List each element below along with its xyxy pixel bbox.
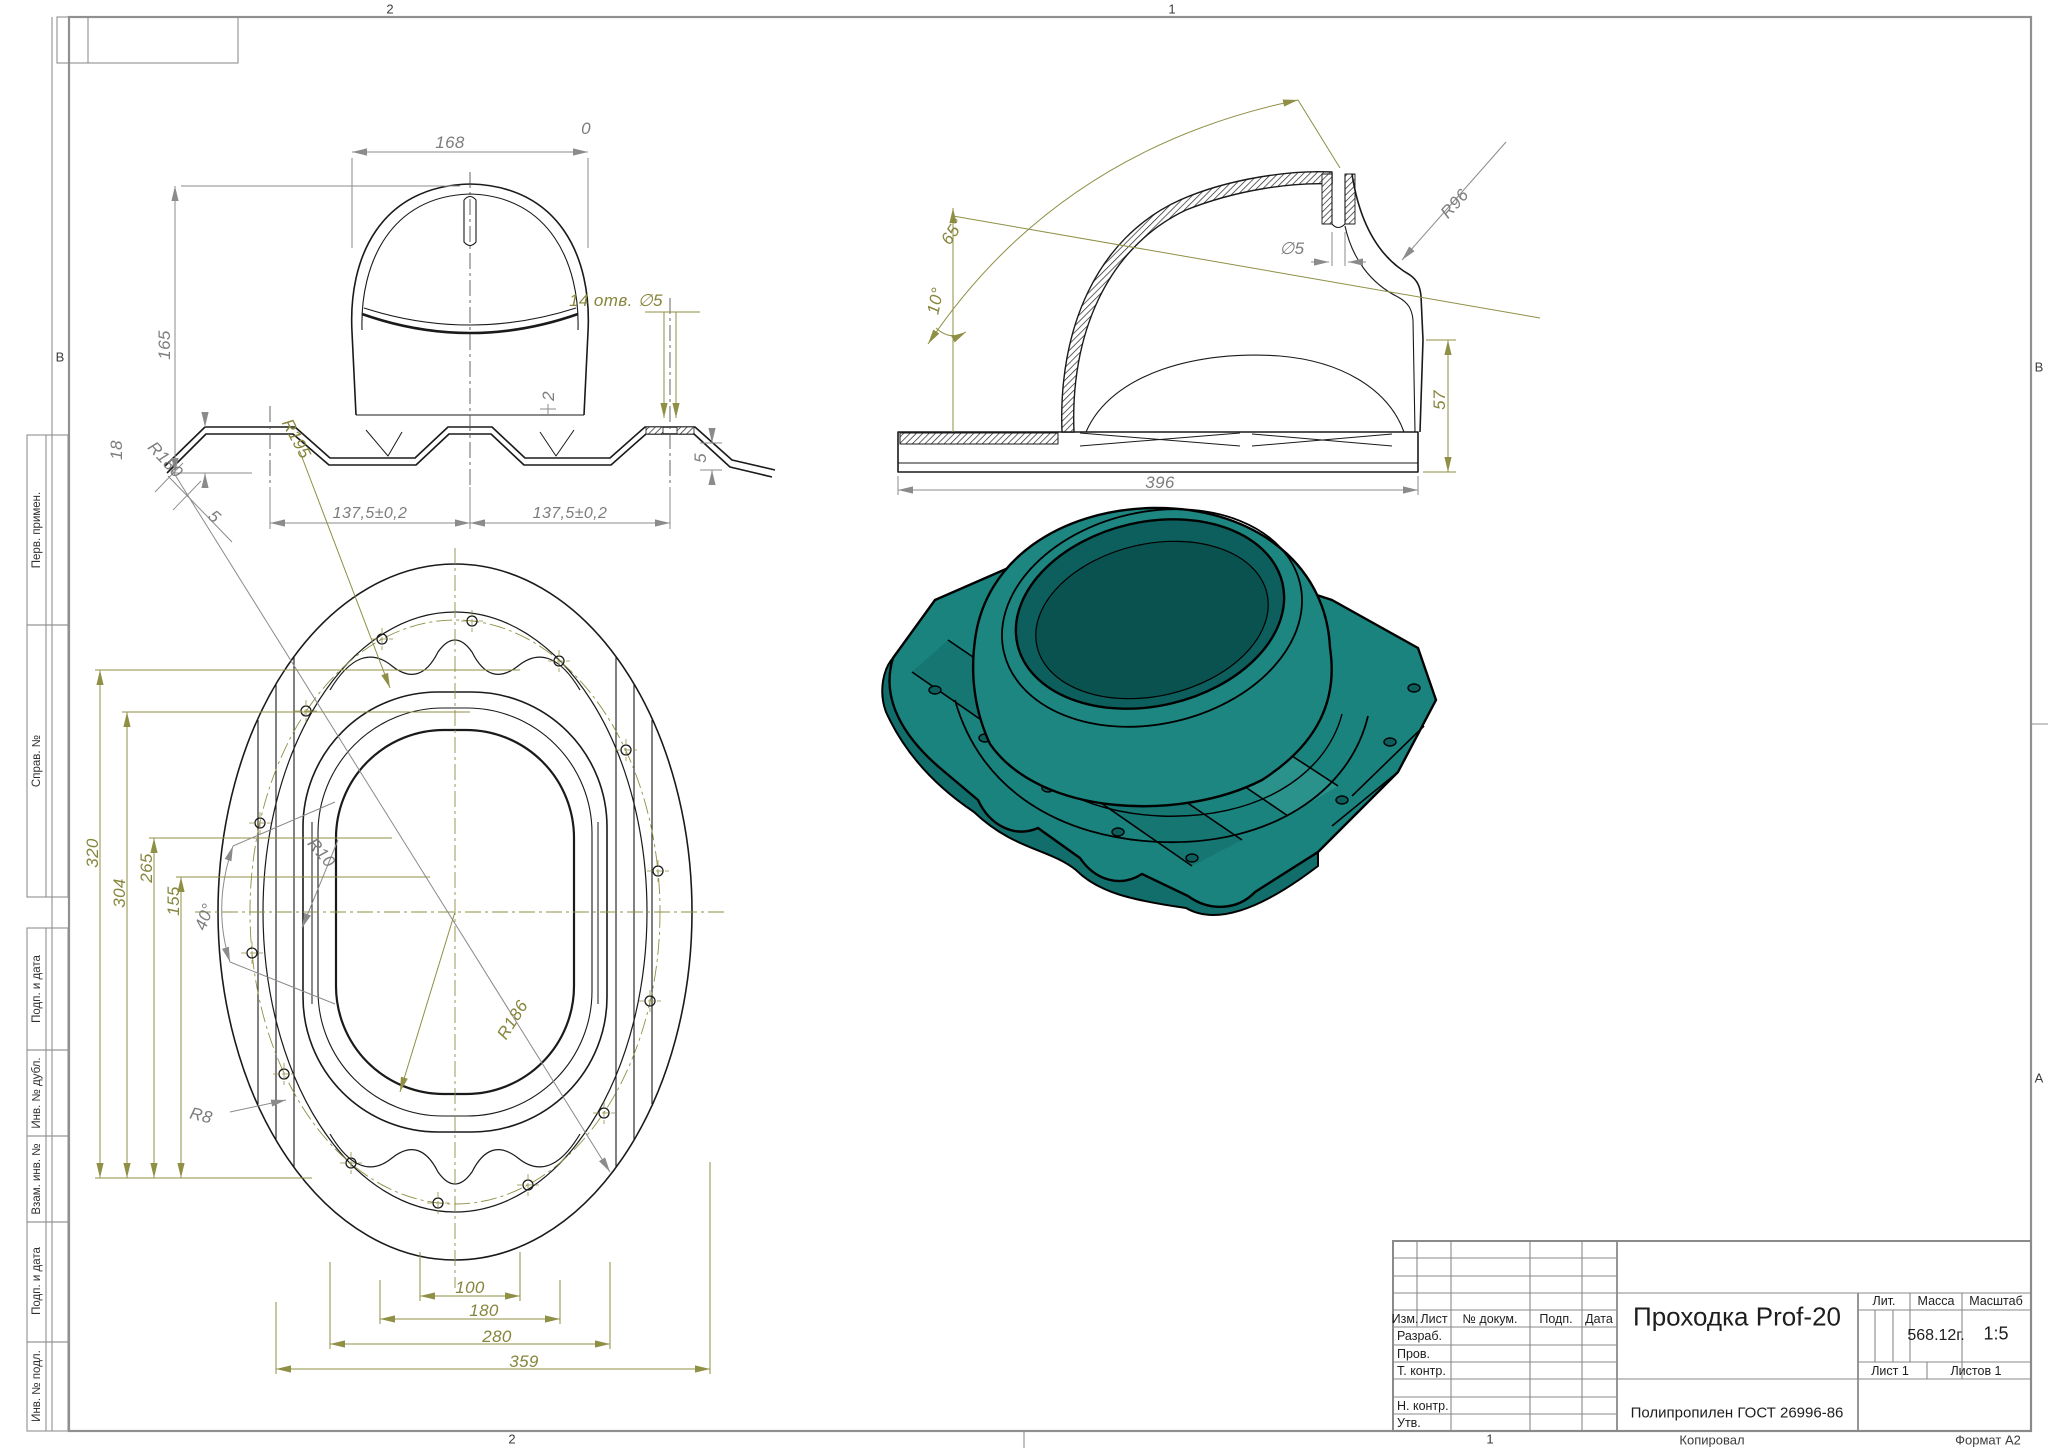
dim-top-h-359: 359	[509, 1352, 539, 1372]
footer-format-label: Формат А2	[1955, 1433, 2021, 1448]
dim-front-pitch-left: 137,5±0,2	[333, 505, 408, 523]
title-block-col-data: Дата	[1585, 1312, 1613, 1326]
margin-label-inv-dubl: Инв. № дубл.	[31, 1057, 43, 1128]
margin-label-sprav-no: Справ. №	[31, 735, 43, 787]
dim-top-v-155: 155	[164, 886, 184, 916]
zone-label-top-1: 1	[1168, 2, 1175, 17]
title-block-scale-value: 1:5	[1983, 1324, 2008, 1345]
dim-top-h-280: 280	[482, 1327, 512, 1347]
margin-label-podp-data-1: Подп. и дата	[31, 955, 43, 1023]
title-block-sheets-label: Листов 1	[1950, 1364, 2001, 1378]
margin-label-podp-data-2: Подп. и дата	[31, 1247, 43, 1315]
drawing-sheet: 2 1 2 1 В В А Копировал Формат А2 Перв. …	[0, 0, 2048, 1448]
title-block-row-nkontr: Н. контр.	[1397, 1399, 1449, 1413]
title-block-col-izm: Изм.	[1392, 1312, 1419, 1326]
dim-side-dia-5: ∅5	[1279, 239, 1304, 259]
dim-top-h-180: 180	[469, 1301, 499, 1321]
dim-side-h-57: 57	[1430, 390, 1450, 410]
title-block-mass-label: Масса	[1918, 1294, 1955, 1308]
title-block-col-list: Лист	[1420, 1312, 1447, 1326]
title-block-row-tkontr: Т. контр.	[1397, 1364, 1446, 1378]
title-block-lit-label: Лит.	[1873, 1294, 1896, 1308]
dim-front-pitch-right: 137,5±0,2	[533, 505, 608, 523]
title-block-scale-label: Масштаб	[1969, 1294, 2022, 1308]
title-block-material: Полипропилен ГОСТ 26996-86	[1631, 1405, 1844, 1422]
dim-front-thickness-2: 2	[539, 391, 559, 401]
zone-label-right-a: А	[2035, 1071, 2044, 1086]
zone-label-bottom-1: 1	[1486, 1432, 1493, 1447]
dim-top-v-320: 320	[83, 838, 103, 868]
title-block-col-podp: Подп.	[1539, 1312, 1572, 1326]
zone-label-top-2: 2	[386, 2, 393, 17]
title-block-row-prov: Пров.	[1397, 1347, 1430, 1361]
margin-label-perv-primen: Перв. примен.	[31, 492, 43, 568]
title-block-sheet-label: Лист 1	[1871, 1364, 1909, 1378]
dim-front-width-168: 168	[435, 133, 465, 153]
dim-front-base-18: 18	[107, 440, 127, 460]
title-block-mass-value: 568.12г.	[1907, 1327, 1964, 1345]
dim-front-depth-5: 5	[691, 453, 711, 463]
margin-label-vzam-inv: Взам. инв. №	[31, 1143, 43, 1214]
margin-label-inv-podl: Инв. № подл.	[31, 1350, 43, 1422]
dim-top-h-100: 100	[455, 1278, 485, 1298]
zone-label-bottom-2: 2	[508, 1432, 515, 1447]
footer-copied-label: Копировал	[1679, 1433, 1744, 1448]
title-block-doc-title: Проходка Prof-20	[1633, 1302, 1841, 1333]
dim-front-zero: 0	[581, 119, 591, 139]
dim-top-v-265: 265	[137, 853, 157, 883]
zone-label-left-b: В	[56, 350, 65, 365]
dim-front-holes-14: 14 отв. ∅5	[569, 291, 663, 311]
dim-front-height-165: 165	[155, 330, 175, 360]
dim-side-len-396: 396	[1145, 473, 1175, 493]
drawing-linework	[0, 0, 2048, 1448]
title-block-row-utv: Утв.	[1397, 1416, 1421, 1430]
title-block-col-ndok: № докум.	[1463, 1312, 1518, 1326]
title-block-row-razrab: Разраб.	[1397, 1329, 1442, 1343]
zone-label-right-b: В	[2035, 360, 2044, 375]
isometric-3d-view	[882, 481, 1436, 915]
dim-top-v-304: 304	[110, 878, 130, 908]
